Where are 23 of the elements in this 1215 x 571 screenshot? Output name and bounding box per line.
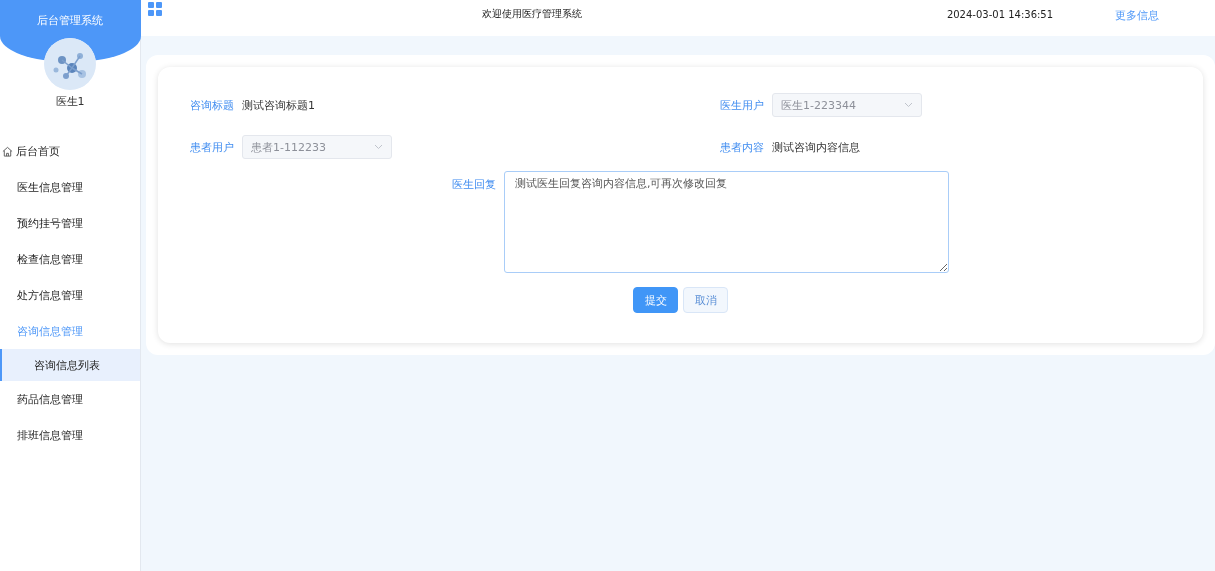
welcome-title: 欢迎使用医疗管理系统: [481, 7, 582, 21]
user-name: 医生1: [55, 94, 85, 109]
submenu-item[interactable]: 咨询信息列表: [0, 349, 140, 381]
field-label: 医生用户: [719, 97, 764, 113]
menu-item[interactable]: 处方信息管理: [0, 277, 140, 313]
menu-item[interactable]: 后台首页: [0, 133, 140, 169]
home-icon: [2, 145, 13, 157]
field-label: 医生回复: [451, 177, 496, 193]
date-time: 2024-03-01 14:36:51: [946, 8, 1054, 22]
menu-item[interactable]: 检查信息管理: [0, 241, 140, 277]
field-label: 患者内容: [719, 139, 764, 155]
field-value: 测试咨询内容信息: [772, 139, 860, 155]
menu-item[interactable]: 排班信息管理: [0, 417, 140, 453]
field-value: 测试咨询标题1: [242, 97, 315, 113]
chevron-down-icon: [904, 102, 913, 108]
menu-item[interactable]: 药品信息管理: [0, 381, 140, 417]
grid-icon[interactable]: [148, 2, 162, 16]
menu-item[interactable]: 预约挂号管理: [0, 205, 140, 241]
menu-item[interactable]: 医生信息管理: [0, 169, 140, 205]
chevron-down-icon: [374, 144, 383, 150]
reply-textarea[interactable]: 测试医生回复咨询内容信息,可再次修改回复: [504, 171, 949, 273]
field-label: 患者用户: [189, 139, 234, 155]
field-label: 咨询标题: [189, 97, 234, 113]
